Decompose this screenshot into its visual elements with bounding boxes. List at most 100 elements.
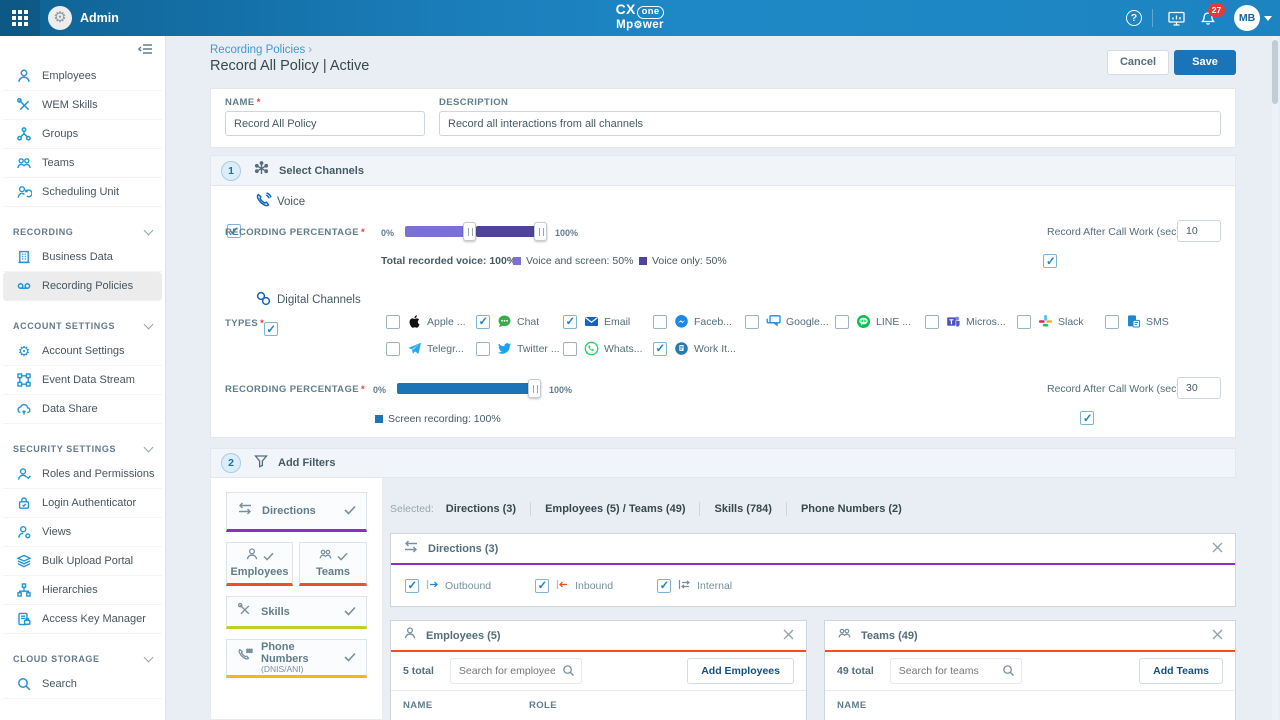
sidebar-item-search[interactable]: Search <box>3 670 162 699</box>
digital-acw-checkbox[interactable] <box>1080 411 1094 425</box>
close-icon[interactable] <box>1212 627 1223 645</box>
sidebar-item-roles-and-permissions[interactable]: Roles and Permissions <box>3 460 162 489</box>
sidebar-section-cloud-storage[interactable]: CLOUD STORAGE <box>0 634 165 670</box>
add-teams-button[interactable]: Add Teams <box>1139 658 1223 684</box>
name-field[interactable] <box>225 111 425 136</box>
selected-phone-numbers[interactable]: Phone Numbers (2) <box>801 503 902 515</box>
checkbox[interactable] <box>476 315 490 329</box>
sidebar-item-hierarchies[interactable]: Hierarchies <box>3 576 162 605</box>
sidebar-section-security-settings[interactable]: SECURITY SETTINGS <box>0 424 165 460</box>
slider-handle[interactable] <box>534 222 547 241</box>
employees-panel-header: Employees (5) <box>391 621 806 652</box>
scrollbar-thumb[interactable] <box>1272 40 1278 104</box>
employees-filter-button[interactable]: Employees <box>226 542 293 586</box>
sidebar-section-recording[interactable]: RECORDING <box>0 207 165 243</box>
sidebar-collapse-icon[interactable] <box>137 42 153 56</box>
sidebar-item-data-share[interactable]: Data Share <box>3 395 162 424</box>
sidebar-item-recording-policies[interactable]: Recording Policies <box>3 272 162 301</box>
breadcrumb[interactable]: Recording Policies› <box>210 44 312 56</box>
help-button[interactable]: ? <box>1120 0 1148 36</box>
type-chat[interactable]: Chat <box>476 314 563 329</box>
type-microsoft-teams[interactable]: Micros... <box>925 314 1017 329</box>
inbound-option[interactable]: Inbound <box>535 577 613 595</box>
checkbox[interactable] <box>535 579 549 593</box>
close-icon[interactable] <box>783 627 794 645</box>
checkbox[interactable] <box>563 342 577 356</box>
checkbox[interactable] <box>386 315 400 329</box>
type-apple-messages[interactable]: Apple ... <box>386 314 476 329</box>
voice-acw-input[interactable] <box>1177 220 1221 242</box>
employees-panel: Employees (5) 5 total Add Employees NAME <box>390 620 807 720</box>
search-icon <box>562 664 575 682</box>
skills-filter-button[interactable]: Skills <box>226 596 367 629</box>
type-work-item[interactable]: Work It... <box>653 341 745 356</box>
checkbox[interactable] <box>835 315 849 329</box>
avatar[interactable]: MB <box>1234 5 1260 31</box>
sidebar-item-groups[interactable]: Groups <box>3 120 162 149</box>
type-google-business-messages[interactable]: Google... <box>745 314 835 329</box>
type-email[interactable]: Email <box>563 314 653 329</box>
internal-option[interactable]: Internal <box>657 577 732 595</box>
type-twitter[interactable]: Twitter ... <box>476 341 563 356</box>
digital-channels-checkbox[interactable] <box>264 322 278 336</box>
selected-employees-teams[interactable]: Employees (5) / Teams (49) <box>545 503 685 515</box>
checkbox[interactable] <box>657 579 671 593</box>
checkbox[interactable] <box>653 315 667 329</box>
voice-only-legend-swatch <box>639 257 647 265</box>
voice-acw-checkbox[interactable] <box>1043 254 1057 268</box>
types-label: TYPES* <box>225 318 264 329</box>
checkbox[interactable] <box>1017 315 1031 329</box>
sidebar-section-account-settings[interactable]: ACCOUNT SETTINGS <box>0 301 165 337</box>
type-slack[interactable]: Slack <box>1017 314 1105 329</box>
sidebar-item-event-data-stream[interactable]: Event Data Stream <box>3 366 162 395</box>
description-field[interactable] <box>439 111 1221 136</box>
type-telegram[interactable]: Telegr... <box>386 341 476 356</box>
phone-numbers-filter-button[interactable]: Phone Numbers (DNIS/ANI) <box>226 639 367 678</box>
checkbox[interactable] <box>386 342 400 356</box>
checkbox[interactable] <box>563 315 577 329</box>
checkbox[interactable] <box>476 342 490 356</box>
select-channels-card: 1 Select Channels Voice RECORDING PERCEN… <box>210 155 1236 438</box>
sidebar-item-scheduling-unit[interactable]: Scheduling Unit <box>3 178 162 207</box>
vertical-scrollbar[interactable] <box>1272 36 1278 720</box>
checkbox[interactable] <box>745 315 759 329</box>
directions-filter-button[interactable]: Directions <box>226 492 367 532</box>
slider-handle[interactable] <box>463 222 476 241</box>
type-line[interactable]: LINE ... <box>835 314 925 329</box>
slider-min-label: 0% <box>373 385 386 395</box>
checkbox[interactable] <box>925 315 939 329</box>
sidebar-item-wem-skills[interactable]: WEM Skills <box>3 91 162 120</box>
type-sms[interactable]: SMS <box>1105 314 1175 329</box>
screen-recording-slider <box>397 383 541 394</box>
sidebar-item-views[interactable]: Views <box>3 518 162 547</box>
selected-skills[interactable]: Skills (784) <box>714 503 771 515</box>
sidebar-item-login-authenticator[interactable]: Login Authenticator <box>3 489 162 518</box>
chevron-down-icon[interactable] <box>1264 16 1272 21</box>
checkbox[interactable] <box>405 579 419 593</box>
sidebar-item-access-key-manager[interactable]: Access Key Manager <box>3 605 162 634</box>
gear-icon: ⚙ <box>16 343 32 359</box>
slider-handle[interactable] <box>528 379 541 398</box>
add-employees-button[interactable]: Add Employees <box>687 658 794 684</box>
sidebar-item-bulk-upload-portal[interactable]: Bulk Upload Portal <box>3 547 162 576</box>
sidebar-item-business-data[interactable]: Business Data <box>3 243 162 272</box>
save-button[interactable]: Save <box>1174 50 1236 75</box>
type-facebook-messenger[interactable]: Faceb... <box>653 314 745 329</box>
sidebar-item-employees[interactable]: Employees <box>3 62 162 91</box>
sidebar-item-account-settings[interactable]: ⚙ Account Settings <box>3 337 162 366</box>
digital-acw-input[interactable] <box>1177 377 1221 399</box>
people-group-icon <box>318 548 333 565</box>
selected-directions[interactable]: Directions (3) <box>446 503 516 515</box>
cancel-button[interactable]: Cancel <box>1107 50 1169 75</box>
checkbox[interactable] <box>653 342 667 356</box>
cloud-share-icon <box>16 401 32 417</box>
outbound-option[interactable]: Outbound <box>405 577 491 595</box>
chevron-down-icon <box>144 320 154 330</box>
screen-share-button[interactable] <box>1162 0 1190 36</box>
checkbox[interactable] <box>1105 315 1119 329</box>
teams-filter-button[interactable]: Teams <box>299 542 367 586</box>
sidebar-item-teams[interactable]: Teams <box>3 149 162 178</box>
close-icon[interactable] <box>1212 540 1223 558</box>
type-whatsapp[interactable]: Whats... <box>563 341 653 356</box>
tools-icon <box>16 97 32 113</box>
